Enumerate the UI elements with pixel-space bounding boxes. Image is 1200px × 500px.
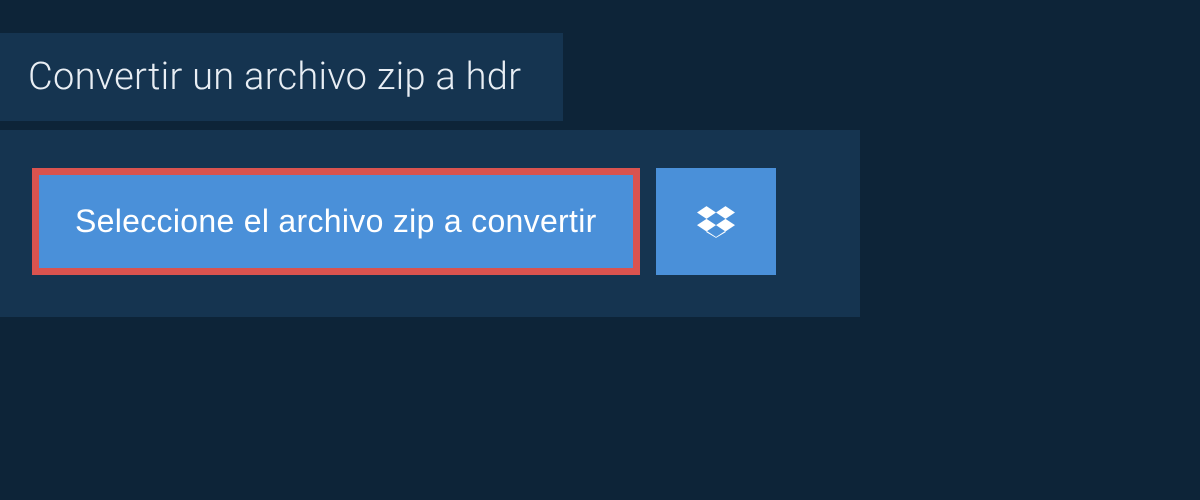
dropbox-button[interactable] — [656, 168, 776, 275]
select-file-button[interactable]: Seleccione el archivo zip a convertir — [32, 168, 640, 275]
header-tab: Convertir un archivo zip a hdr — [0, 33, 563, 121]
select-file-button-label: Seleccione el archivo zip a convertir — [75, 203, 597, 239]
button-row: Seleccione el archivo zip a convertir — [32, 168, 828, 275]
dropbox-icon — [697, 203, 735, 241]
upload-panel: Seleccione el archivo zip a convertir — [0, 130, 860, 317]
page-title: Convertir un archivo zip a hdr — [28, 55, 521, 99]
